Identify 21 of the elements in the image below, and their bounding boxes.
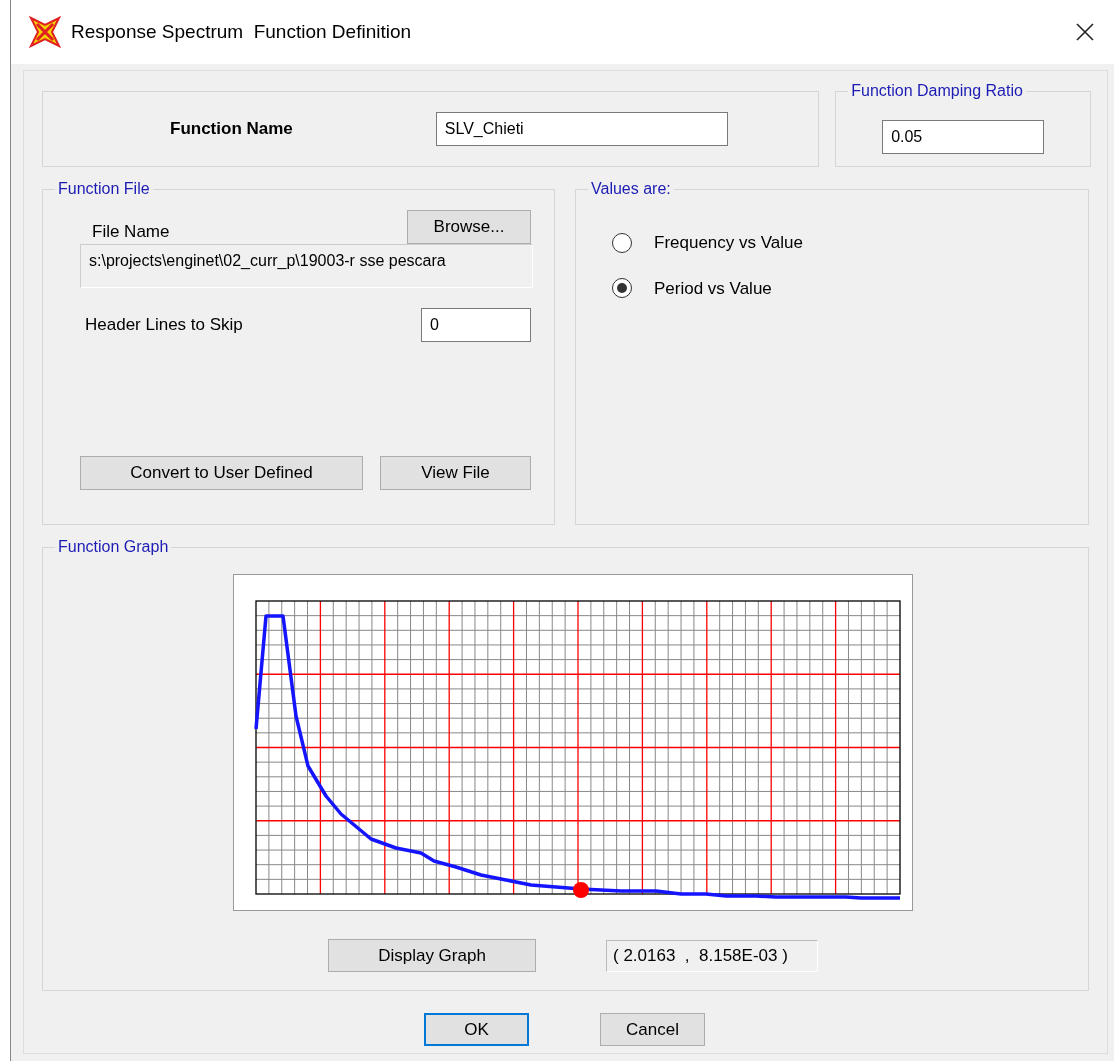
header-lines-label: Header Lines to Skip <box>85 314 243 337</box>
app-logo-icon <box>29 16 61 48</box>
window-title: Response Spectrum Function Definition <box>71 19 412 44</box>
function-name-field[interactable]: SLV_Chieti <box>435 112 728 146</box>
browse-button[interactable]: Browse... <box>407 210 531 244</box>
display-graph-button[interactable]: Display Graph <box>328 939 536 972</box>
damping-ratio-field[interactable]: 0.05 <box>882 120 1045 154</box>
function-name-label: Function Name <box>170 118 293 141</box>
close-icon <box>1075 22 1095 42</box>
file-name-field: s:\projects\enginet\02_curr_p\19003-r sse pescara <box>80 244 533 288</box>
radio-label[interactable]: Frequency vs Value <box>654 230 803 256</box>
ok-button[interactable]: OK <box>424 1013 529 1046</box>
view-file-button[interactable]: View File <box>380 456 531 490</box>
radio-button[interactable] <box>612 232 632 253</box>
header-lines-field[interactable]: 0 <box>421 308 531 342</box>
radio-label[interactable]: Period vs Value <box>654 275 772 301</box>
radio-button[interactable] <box>612 278 632 299</box>
convert-button[interactable]: Convert to User Defined <box>80 456 363 490</box>
cancel-button[interactable]: Cancel <box>600 1013 705 1046</box>
coordinates-readout: ( 2.0163 , 8.158E-03 ) <box>606 939 818 972</box>
file-name-label: File Name <box>92 220 170 243</box>
